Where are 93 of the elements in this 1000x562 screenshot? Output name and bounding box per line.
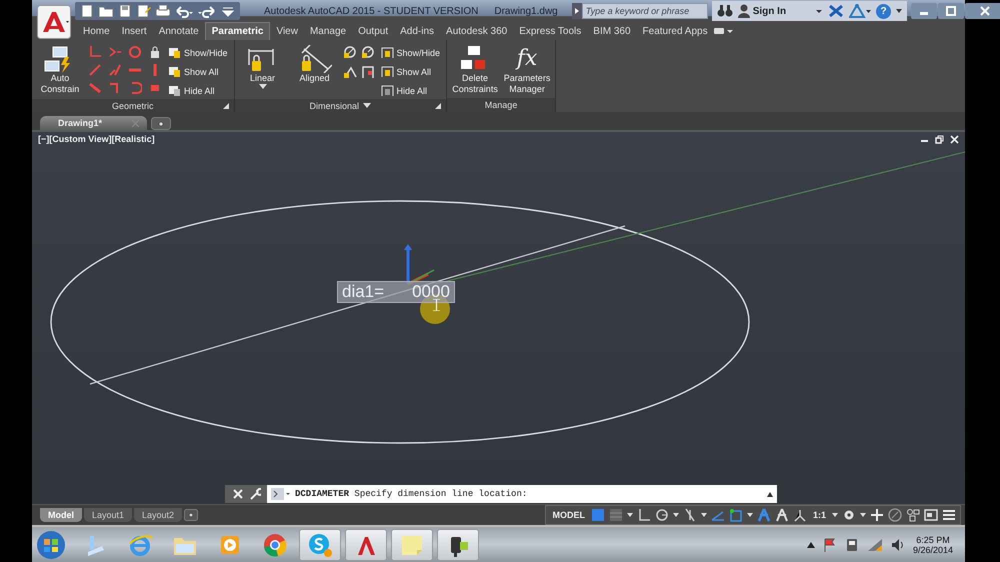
binoculars-icon[interactable] [716,4,733,18]
show-hide-icon [380,46,394,59]
dialog-launcher-icon[interactable] [222,103,230,110]
scroll-up-icon[interactable] [767,492,773,496]
clock[interactable]: 6:25 PM 9/26/2014 [912,534,953,554]
new-tab-icon[interactable] [151,117,172,130]
device-icon[interactable] [844,538,859,552]
constraint-icon[interactable] [148,45,162,59]
document-title: Drawing1.dwg [494,6,558,16]
ribbon-tab[interactable]: BIM 360 [587,22,637,40]
network-triangle-icon[interactable] [849,4,872,18]
hide-all-icon [380,84,394,97]
caret-icon[interactable] [700,513,707,517]
plus-icon[interactable] [870,508,884,522]
ribbon-tab[interactable]: Home [77,22,116,40]
exchange-x-icon[interactable] [828,4,844,18]
panel-title: Manage [484,100,518,110]
expand-icon[interactable] [572,3,582,19]
ribbon-tool-button[interactable]: fx Parameters Manager [503,43,552,97]
dropdown-arrow-icon[interactable] [363,102,372,108]
viewport-controls[interactable]: [−][Custom View][Realistic] [38,134,155,144]
show-hide-icon [168,46,181,59]
ribbon-tool-button[interactable]: Linear [238,43,287,91]
annotation-scale-button[interactable]: 1:1 [810,510,828,520]
caret-icon[interactable] [626,513,633,517]
caret-icon[interactable] [746,513,753,517]
new-file-icon[interactable] [79,3,95,19]
window-title: Autodesk AutoCAD 2015 - STUDENT VERSION [264,6,478,16]
layout-tab[interactable]: Model [40,508,82,522]
caret-icon[interactable] [860,513,866,517]
restore-icon[interactable] [935,134,944,144]
command-prompt: DCDIAMETER Specify dimension line location: [295,489,528,499]
ribbon-tool-button[interactable]: Aligned [290,43,339,86]
network-icon[interactable] [866,538,883,552]
app-menu-icon[interactable] [37,5,71,39]
user-icon [738,4,750,18]
workspace-gear-icon[interactable] [842,508,856,522]
ribbon-list-button[interactable]: Hide All [378,82,442,99]
ribbon-list-button[interactable]: Show/Hide [378,44,442,61]
ribbon-tool-button[interactable]: Delete Constraints [451,43,500,97]
panel-title: Geometric [112,100,154,110]
dropdown-arrow-icon[interactable] [815,7,824,15]
dialog-launcher-icon[interactable] [435,103,442,110]
ribbon-tab[interactable]: Express Tools [513,22,588,40]
sign-in-button[interactable]: Sign In [738,4,810,18]
model-space-button[interactable]: MODEL [550,510,587,520]
save-as-icon[interactable] [136,3,152,19]
ribbon-list-button[interactable]: Show All [378,63,442,80]
ribbon-list-button[interactable]: Show/Hide [166,44,230,61]
help-button[interactable]: ? [876,4,892,18]
maximize-icon[interactable] [938,3,964,19]
ribbon-tab[interactable]: View [270,22,304,40]
start-orb-icon[interactable] [36,530,66,560]
ribbon-tab[interactable]: Autodesk 360 [440,22,514,40]
ortho-icon[interactable] [636,508,651,522]
ribbon-tool-button[interactable]: Auto Constrain [36,43,84,97]
prompt-icon[interactable] [271,488,291,500]
caret-icon[interactable] [672,513,679,517]
taskbar-button[interactable] [437,528,479,560]
add-layout-icon[interactable] [184,509,198,521]
ribbon-tab[interactable]: Annotate [152,22,205,40]
hide-all-icon [168,84,181,97]
file-tab[interactable]: Drawing1* [40,116,148,130]
clock-date: 9/26/2014 [912,544,953,554]
chat-bubble-icon [307,532,333,558]
command-line-field[interactable]: DCDIAMETER Specify dimension line location: [267,485,777,503]
ribbon-tab[interactable]: Output [352,22,394,40]
save-icon[interactable] [117,3,133,19]
clock-time: 6:25 PM [916,534,950,544]
action-center-flag-icon[interactable] [822,538,837,552]
caret-icon [258,84,267,89]
show-hidden-icons-icon[interactable] [806,542,815,548]
chrome-icon[interactable] [262,532,288,558]
caret-icon[interactable] [832,513,838,517]
panel-title[interactable]: Dimensional [310,100,360,110]
ribbon-list-button[interactable]: Hide All [166,82,230,99]
wrench-icon[interactable] [249,488,261,500]
dropdown-arrow-icon[interactable] [896,9,902,13]
show-all-icon [168,65,181,78]
search-field[interactable]: Type a keyword or phrase [582,3,708,19]
ribbon-tab[interactable]: Featured Apps [636,22,714,40]
ribbon-tab[interactable]: Add-ins [394,22,440,40]
speaker-icon[interactable] [890,538,905,552]
customize-menu-icon[interactable] [942,508,956,522]
ribbon-tab[interactable]: Manage [304,22,352,40]
layout-tab[interactable]: Layout2 [134,508,182,522]
show-all-icon [380,65,394,78]
layout-tab[interactable]: Layout1 [84,508,132,522]
print-icon[interactable] [155,3,171,19]
panel-toggle-icon[interactable] [714,26,734,36]
ribbon-tab[interactable]: Parametric [204,22,270,40]
ribbon-tab[interactable]: Insert [116,22,153,40]
ribbon-list-button[interactable]: Show All [166,63,230,80]
